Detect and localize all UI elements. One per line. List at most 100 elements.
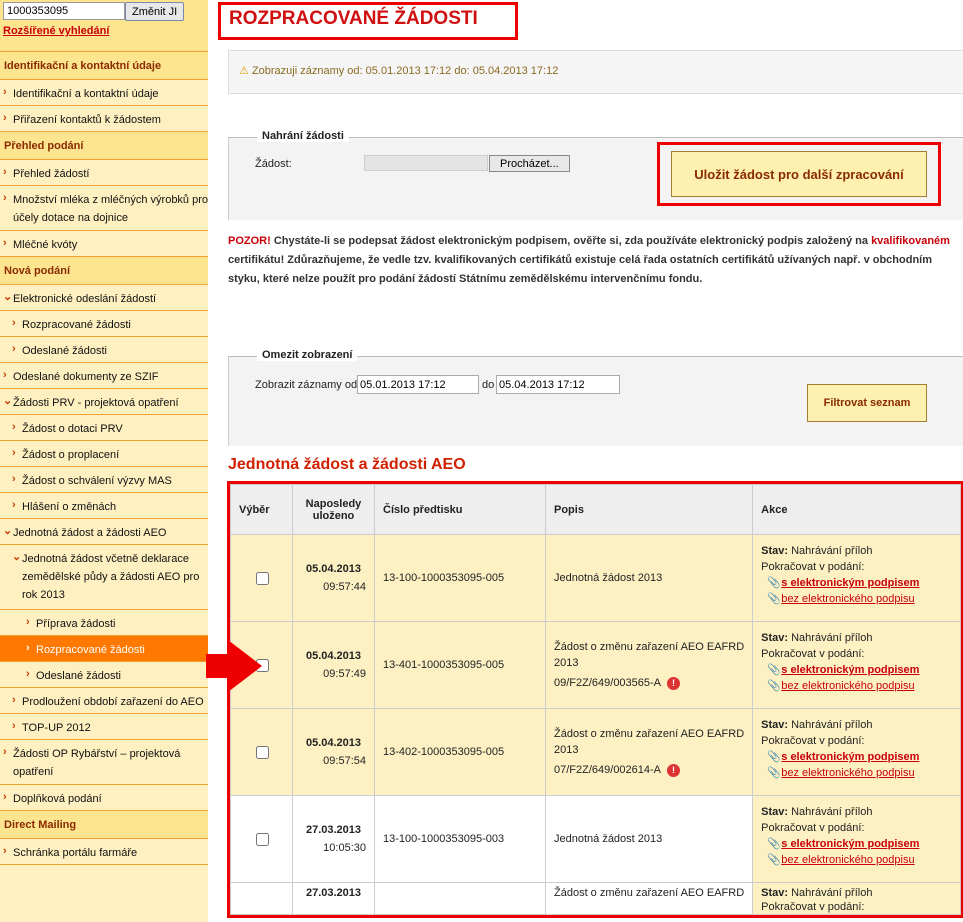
chevron-right-icon: › [3, 86, 7, 98]
sidebar-item[interactable]: › Rozpracované žádosti [0, 311, 208, 337]
from-date-input[interactable] [357, 375, 479, 394]
sidebar-item[interactable]: › Žádost o schválení výzvy MAS [0, 467, 208, 493]
qualified-link[interactable]: kvalifikovaném [871, 235, 950, 247]
sidebar-item[interactable]: › Žádost o proplacení [0, 441, 208, 467]
status-value: Nahrávání příloh [791, 545, 873, 557]
to-label: do [482, 379, 495, 391]
number-cell: 13-402-1000353095-005 [374, 708, 546, 796]
alert-icon[interactable]: ! [667, 764, 681, 777]
col-desc: Popis [544, 484, 754, 535]
sidebar-item[interactable]: › Množství mléka z mléčných výrobků pro ú… [0, 186, 208, 231]
warning-text: POZOR! Chystáte-li se podepsat žádost el… [228, 232, 963, 289]
document-icon: 📎 [767, 854, 781, 866]
warning-icon: ⚠ [239, 65, 249, 77]
sign-link[interactable]: s elektronickým podpisem [781, 838, 919, 850]
sign-link[interactable]: s elektronickým podpisem [781, 577, 919, 589]
filter-fieldset: Omezit zobrazení Zobrazit záznamy od do … [228, 349, 963, 446]
sidebar-item[interactable]: › Žádosti OP Rybářství – projektová opatř… [0, 740, 208, 785]
save-button[interactable]: Uložit žádost pro další zpracování [671, 151, 927, 197]
action-cell: Stav: Nahrávání příloh Pokračovat v podán… [752, 621, 961, 709]
sidebar-item-label: Prodloužení období zařazení do AEO [22, 696, 204, 708]
row-checkbox[interactable] [255, 745, 269, 759]
sidebar-item[interactable]: › Mléčné kvóty [0, 231, 208, 257]
document-icon: 📎 [767, 664, 781, 676]
sidebar-item[interactable]: ⌄ Jednotná žádost a žádosti AEO [0, 519, 208, 545]
desc-text: Žádost o změnu zařazení AEO EAFRD [554, 887, 745, 899]
nosign-link[interactable]: bez elektronického podpisu [781, 854, 914, 866]
sign-link[interactable]: s elektronickým podpisem [781, 664, 919, 676]
sidebar-item-label: Odeslané žádosti [22, 345, 107, 357]
sidebar-item[interactable]: › Odeslané dokumenty ze SZIF [0, 363, 208, 389]
sign-link[interactable]: s elektronickým podpisem [781, 751, 919, 763]
sidebar-heading: Nová podání [0, 257, 208, 285]
advanced-search-link[interactable]: Rozšířené vyhledání [3, 25, 205, 37]
sidebar-item[interactable]: › Příprava žádosti [0, 610, 208, 636]
saved-cell: 05.04.2013 09:57:44 [292, 534, 375, 622]
nosign-link[interactable]: bez elektronického podpisu [781, 767, 914, 779]
change-ji-button[interactable]: Změnit JI [125, 2, 185, 21]
browse-button[interactable]: Procházet... [489, 155, 570, 172]
sidebar-item-label: Rozpracované žádosti [22, 319, 131, 331]
chevron-right-icon: › [12, 343, 16, 355]
desc-text: Jednotná žádost 2013 [554, 572, 663, 584]
save-highlight: Uložit žádost pro další zpracování [657, 142, 941, 206]
action-cell: Stav: Nahrávání příloh Pokračovat v podán… [752, 795, 961, 883]
saved-cell: 05.04.2013 09:57:54 [292, 708, 375, 796]
sidebar-item[interactable]: ⌄ Žádosti PRV - projektová opatření [0, 389, 208, 415]
red-arrow-annotation [206, 640, 262, 692]
saved-cell: 05.04.2013 09:57:49 [292, 621, 375, 709]
sidebar-item[interactable]: › Rozpracované žádosti [0, 636, 208, 662]
sidebar-item-label: Žádost o dotaci PRV [22, 423, 123, 435]
ji-search: Změnit JI Rozšířené vyhledání [0, 0, 208, 52]
status-value: Nahrávání příloh [791, 719, 873, 731]
number-cell: 13-100-1000353095-003 [374, 795, 546, 883]
number-cell: 13-401-1000353095-005 [374, 621, 546, 709]
filter-button[interactable]: Filtrovat seznam [807, 384, 927, 422]
select-cell [230, 882, 293, 915]
desc-text: Žádost o změnu zařazení AEO EAFRD 2013 [554, 728, 745, 756]
warning-part1: Chystáte-li se podepsat žádost elektroni… [270, 235, 872, 247]
sidebar-item[interactable]: › Přehled žádostí [0, 160, 208, 186]
status-label: Stav: [761, 632, 789, 644]
sidebar-item[interactable]: › Přiřazení kontaktů k žádostem [0, 106, 208, 132]
sidebar-item[interactable]: › TOP-UP 2012 [0, 714, 208, 740]
col-saved: Naposledy uloženo [292, 484, 375, 535]
sidebar-item[interactable]: › Prodloužení období zařazení do AEO [0, 688, 208, 714]
nosign-link[interactable]: bez elektronického podpisu [781, 680, 914, 692]
row-checkbox[interactable] [255, 832, 269, 846]
continue-label: Pokračovat v podání: [761, 901, 865, 913]
chevron-right-icon: › [12, 317, 16, 329]
saved-date: 27.03.2013 [305, 824, 362, 836]
sidebar-item-label: Množství mléka z mléčných výrobků pro úč… [13, 194, 209, 224]
sidebar-item[interactable]: ⌄ Elektronické odeslání žádostí [0, 285, 208, 311]
ji-input[interactable] [3, 2, 125, 20]
requests-table-frame: Výběr Naposledy uloženo Číslo předtisku … [227, 481, 963, 918]
table-row: 05.04.2013 09:57:44 13-100-1000353095-005… [230, 534, 961, 622]
file-input[interactable] [364, 155, 488, 171]
chevron-right-icon: › [3, 112, 7, 124]
to-date-input[interactable] [496, 375, 620, 394]
sidebar-item-label: Odeslané dokumenty ze SZIF [13, 371, 159, 383]
select-cell [230, 708, 293, 796]
sidebar-item-label: TOP-UP 2012 [22, 722, 91, 734]
saved-date: 27.03.2013 [305, 887, 362, 899]
sidebar-item[interactable]: ⌄ Jednotná žádost včetně deklarace zemědě… [0, 545, 208, 610]
sidebar-heading: Identifikační a kontaktní údaje [0, 52, 208, 80]
file-label: Žádost: [255, 158, 292, 170]
saved-time: 09:57:54 [323, 755, 366, 767]
sidebar-item[interactable]: › Doplňková podání [0, 785, 208, 811]
chevron-right-icon: › [12, 447, 16, 459]
sidebar-item[interactable]: › Hlášení o změnách [0, 493, 208, 519]
sidebar-item[interactable]: › Identifikační a kontaktní údaje [0, 80, 208, 106]
alert-icon[interactable]: ! [667, 677, 681, 690]
sidebar-item[interactable]: › Schránka portálu farmáře [0, 839, 208, 865]
sidebar-item[interactable]: › Žádost o dotaci PRV [0, 415, 208, 441]
sidebar-nav: Identifikační a kontaktní údaje › Identifi… [0, 52, 208, 865]
desc-cell: Žádost o změnu zařazení AEO EAFRD [544, 882, 754, 915]
row-checkbox[interactable] [255, 571, 269, 585]
status-label: Stav: [761, 806, 789, 818]
col-select: Výběr [230, 484, 293, 535]
sidebar-item[interactable]: › Odeslané žádosti [0, 337, 208, 363]
nosign-link[interactable]: bez elektronického podpisu [781, 593, 914, 605]
sidebar-item[interactable]: › Odeslané žádosti [0, 662, 208, 688]
